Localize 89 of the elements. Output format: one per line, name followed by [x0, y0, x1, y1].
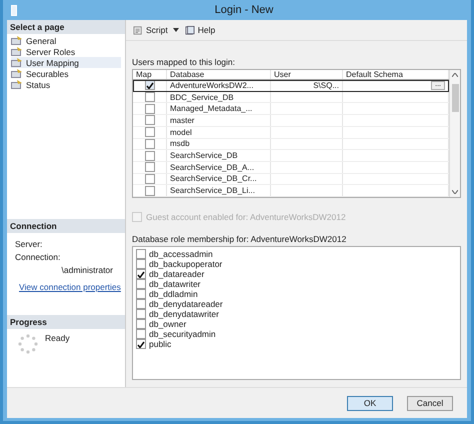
script-icon	[132, 26, 144, 34]
field-label: Server:	[15, 239, 44, 249]
checkbox-label: db_denydatareader	[149, 299, 223, 309]
table-row[interactable]: SearchService_DB_Li...	[133, 185, 449, 197]
checkbox[interactable]	[144, 127, 154, 138]
table-cell: model	[167, 126, 271, 138]
table-cell: SearchService_DB_Cr...	[167, 174, 271, 184]
check-icon	[137, 340, 145, 348]
section-label: Users mapped to this login:	[132, 57, 236, 67]
window-title: Login - New	[214, 4, 274, 16]
check-icon	[146, 82, 154, 89]
check-icon	[137, 270, 145, 278]
checkbox[interactable]	[136, 259, 146, 269]
checkbox-label: db_ddladmin	[149, 289, 198, 299]
table-cell: AdventureWorksDW2...	[167, 80, 271, 91]
status-text: Ready	[45, 333, 70, 345]
table-row[interactable]: msdb	[133, 138, 449, 150]
help-icon	[184, 26, 196, 34]
checkbox-label: db_datawriter	[149, 279, 201, 289]
column-header: Map	[133, 70, 167, 79]
checkbox-label: db_datareader	[149, 269, 204, 279]
table-cell: SearchService_DB	[167, 150, 271, 161]
sidebar-item[interactable]: Status	[11, 79, 121, 90]
table-row[interactable]: Managed_Metadata_...	[133, 103, 449, 116]
checkbox[interactable]	[144, 174, 154, 184]
properties-link[interactable]: View connection properties	[19, 282, 121, 292]
table-row[interactable]: SearchService_DB	[133, 150, 449, 162]
page-icon	[11, 47, 23, 56]
table-row[interactable]: BDC_Service_DB	[133, 92, 449, 104]
checkbox[interactable]	[136, 319, 146, 329]
table-cell: BDC_Service_DB	[167, 92, 271, 102]
table-cell: msdb	[167, 138, 271, 150]
checkbox-label: Guest account enabled for: AdventureWorksDW2012	[146, 212, 346, 222]
table-row[interactable]: model	[133, 126, 449, 139]
sidebar-item[interactable]: General	[11, 35, 121, 46]
checkbox-label: db_denydatawriter	[149, 309, 219, 319]
section-header: Connection	[7, 219, 125, 233]
column-header: Database	[167, 70, 271, 79]
page-icon	[11, 69, 23, 78]
checkbox-label: public	[149, 339, 172, 349]
checkbox[interactable]	[136, 339, 146, 349]
page-icon	[11, 58, 23, 67]
checkbox[interactable]	[136, 279, 146, 289]
checkbox[interactable]	[144, 162, 154, 172]
field-value: \administrator	[60, 265, 114, 275]
checkbox-label: db_backupoperator	[149, 259, 222, 269]
table-cell: Managed_Metadata_...	[167, 103, 271, 114]
field-label: Connection:	[15, 252, 62, 262]
checkbox-label: db_accessadmin	[149, 249, 213, 259]
checkbox[interactable]	[136, 329, 146, 339]
checkbox[interactable]	[136, 289, 146, 299]
checkbox[interactable]	[136, 299, 146, 309]
scrollbar[interactable]	[449, 70, 460, 197]
table-row[interactable]: SearchService_DB_A...	[133, 162, 449, 174]
column-header: User	[271, 70, 343, 79]
table-row[interactable]: master	[133, 115, 449, 127]
window-icon	[11, 4, 17, 16]
checkbox[interactable]	[144, 150, 154, 161]
checkbox[interactable]	[144, 115, 154, 126]
table-cell: SearchService_DB_Li...	[167, 185, 271, 196]
caret-icon	[172, 28, 179, 32]
checkbox[interactable]	[144, 104, 154, 114]
cancel-button[interactable]: Cancel	[407, 396, 453, 410]
sidebar-item[interactable]: Securables	[11, 68, 121, 79]
page-icon	[11, 36, 23, 45]
table-cell: S\SQ...	[313, 80, 339, 90]
section-header: Progress	[7, 315, 125, 329]
checkbox[interactable]	[144, 186, 154, 196]
checkbox[interactable]	[144, 80, 154, 90]
checkbox[interactable]	[144, 92, 154, 102]
checkbox[interactable]	[136, 269, 146, 279]
checkbox[interactable]	[144, 138, 154, 149]
table-row[interactable]: SearchService_DB_Cr...	[133, 174, 449, 186]
page-icon	[11, 80, 23, 89]
section-label: Database role membership for: AdventureWorksDW2012	[132, 234, 348, 244]
scroll-thumb[interactable]	[452, 84, 458, 112]
section-header: Select a page	[7, 20, 125, 34]
sidebar-item[interactable]: User Mapping	[11, 57, 121, 68]
table-cell: SearchService_DB_A...	[167, 162, 271, 173]
checkbox[interactable]	[136, 309, 146, 319]
spinner-icon	[17, 333, 39, 355]
checkbox[interactable]	[136, 249, 146, 259]
ok-button[interactable]: OK	[347, 396, 393, 410]
help-button[interactable]: Help	[184, 25, 216, 35]
sidebar-item[interactable]: Server Roles	[11, 46, 121, 57]
table-cell: master	[167, 115, 271, 126]
script-button[interactable]: Script	[132, 25, 168, 35]
checkbox-label: db_owner	[149, 319, 186, 329]
checkbox-label: db_securityadmin	[149, 329, 216, 339]
